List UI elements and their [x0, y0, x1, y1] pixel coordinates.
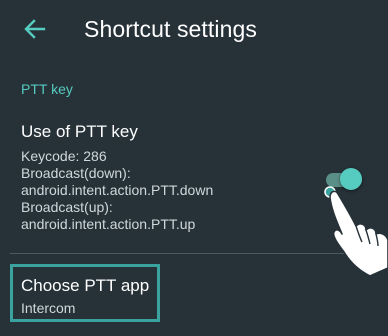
choose-ptt-app-preference[interactable]: Choose PTT app Intercom [10, 264, 160, 322]
use-ptt-key-preference[interactable]: Use of PTT key Keycode: 286 Broadcast(do… [0, 108, 388, 253]
preference-summary: Keycode: 286 Broadcast(down): android.in… [21, 148, 321, 233]
page-title: Shortcut settings [84, 16, 258, 42]
divider [10, 253, 378, 254]
summary-line-broadcast-down-action: android.intent.action.PTT.down [21, 182, 214, 198]
summary-line-keycode: Keycode: 286 [21, 148, 107, 164]
back-arrow-icon[interactable] [20, 14, 50, 44]
summary-line-broadcast-up-action: android.intent.action.PTT.up [21, 216, 196, 232]
app-bar: Shortcut settings [0, 0, 388, 60]
section-header-ptt-key: PTT key [21, 81, 73, 97]
preference-summary: Intercom [21, 300, 76, 316]
ptt-key-toggle-switch[interactable] [326, 164, 366, 194]
summary-line-broadcast-up-label: Broadcast(up): [21, 199, 113, 215]
switch-thumb [340, 168, 362, 190]
preference-title: Choose PTT app [21, 276, 150, 295]
preference-title: Use of PTT key [21, 122, 138, 141]
summary-line-broadcast-down-label: Broadcast(down): [21, 165, 131, 181]
